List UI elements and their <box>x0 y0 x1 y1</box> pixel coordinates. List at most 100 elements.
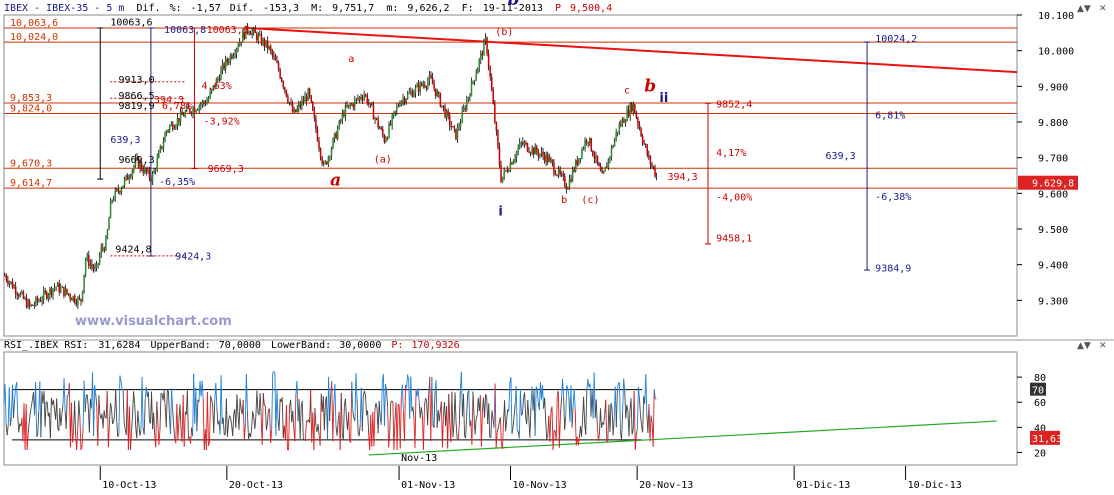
candle-body <box>122 185 124 189</box>
candle-body <box>382 129 384 136</box>
candle-body <box>133 165 135 171</box>
candle-body <box>125 175 127 179</box>
rsi-panel[interactable]: Nov-13 <box>3 371 997 464</box>
candle-body <box>39 300 42 302</box>
rsi-panel-controls[interactable]: ▲▼ ✕ <box>1077 341 1107 351</box>
candle-body <box>646 146 649 156</box>
candle-body <box>406 93 409 99</box>
rsi-segment <box>8 387 11 426</box>
dif-pct-value: -1,57 <box>191 3 221 14</box>
candle-body <box>322 163 325 165</box>
candle-body <box>116 188 118 191</box>
rsi-segment <box>417 388 420 403</box>
candle-body <box>371 102 373 106</box>
candle-body <box>284 87 286 91</box>
annotation-label: 4,17% <box>716 148 746 159</box>
candle-body <box>470 81 473 96</box>
candle-body <box>649 155 652 165</box>
candle-body <box>511 162 513 165</box>
rsi-segment <box>108 403 111 426</box>
candle-body <box>144 167 146 173</box>
x-tick-label: 01-Nov-13 <box>401 480 455 491</box>
candle-body <box>532 147 535 155</box>
scroll-arrows-icon[interactable]: ▲▼ <box>1077 4 1091 14</box>
candle-body <box>117 188 120 192</box>
rsi-segment <box>420 407 423 416</box>
x-tick-label: 10-Nov-13 <box>513 480 567 491</box>
rsi-segment <box>273 371 276 374</box>
candle-body <box>310 95 313 102</box>
candle-body <box>88 255 90 266</box>
candle-body <box>78 297 81 299</box>
candle-body <box>347 104 350 107</box>
rsi-segment <box>158 429 161 445</box>
candle-body <box>579 158 582 160</box>
candle-body <box>452 126 454 128</box>
candle-body <box>354 99 356 108</box>
rsi-segment <box>65 395 68 429</box>
candle-body <box>164 133 166 142</box>
rsi-scroll-arrows-icon[interactable]: ▲▼ <box>1077 341 1091 351</box>
rsi-segment <box>281 397 284 439</box>
rsi-segment <box>472 391 475 415</box>
candle-body <box>534 146 537 155</box>
rsi-segment <box>355 373 358 399</box>
svg-text:IBEX - IBEX-35 - 5 m Dif: IBEX - IBEX-35 - 5 m Dif. %: -1,57 Dif. … <box>4 3 612 14</box>
rsi-segment <box>624 390 627 419</box>
chart-canvas[interactable]: Nov-13 9.300 9.400 9.500 9.600 9.700 9.800 9.9… <box>0 0 1114 495</box>
candle-body <box>609 156 611 159</box>
rsi-segment <box>555 394 558 441</box>
candle-body <box>256 33 258 41</box>
candle-body <box>518 142 521 149</box>
candle-body <box>217 78 219 80</box>
candle-body <box>635 113 638 118</box>
candle-body <box>543 155 546 162</box>
candle-body <box>10 281 12 283</box>
candle-body <box>385 139 387 143</box>
price-panel[interactable] <box>4 23 1018 310</box>
rsi-segment <box>143 399 146 435</box>
close-icon[interactable]: ✕ <box>1099 4 1107 14</box>
rsi-segment <box>290 399 293 423</box>
rsi-segment <box>84 396 87 413</box>
annotation-label: 9424,8 <box>115 245 151 256</box>
annotation-label: 10063,8 <box>164 25 206 36</box>
candle-body <box>417 84 420 92</box>
rsi-segment <box>17 414 20 433</box>
x-tick-label: 10-Oct-13 <box>102 480 156 491</box>
candle-body <box>285 90 288 97</box>
rsi-segment <box>122 390 125 423</box>
candle-body <box>7 280 9 284</box>
rsi-segment <box>399 396 402 449</box>
candle-body <box>486 37 488 54</box>
rsi-segment <box>37 411 40 436</box>
candle-body <box>459 122 462 127</box>
rsi-close-icon[interactable]: ✕ <box>1099 341 1107 351</box>
rsi-segment <box>605 399 608 443</box>
rsi-segment <box>28 412 31 422</box>
level-label: 9,824,0 <box>10 103 52 114</box>
candle-body <box>610 147 613 157</box>
candle-body <box>403 98 406 103</box>
candle-body <box>388 123 390 138</box>
rsi-segment <box>351 381 354 412</box>
rsi-segment <box>471 391 474 446</box>
candle-body <box>626 109 628 122</box>
rsi-y-tick-label: 20 <box>1034 448 1046 459</box>
x-tick-label: 01-Dic-13 <box>796 480 850 491</box>
candle-body <box>223 63 225 69</box>
rsi-segment <box>16 382 19 415</box>
candle-body <box>42 290 45 300</box>
rsi-segment <box>451 391 454 438</box>
rsi-segment <box>177 419 180 441</box>
rsi-segment <box>377 401 380 434</box>
candle-body <box>273 55 275 57</box>
candle-body <box>500 165 502 182</box>
candle-body <box>627 109 630 117</box>
rsi-segment <box>342 404 345 440</box>
rsi-segment <box>378 401 381 417</box>
candle-body <box>523 142 526 145</box>
candle-body <box>360 97 362 99</box>
price-panel-controls[interactable]: ▲▼ ✕ <box>1077 4 1107 14</box>
candle-body <box>147 169 149 172</box>
